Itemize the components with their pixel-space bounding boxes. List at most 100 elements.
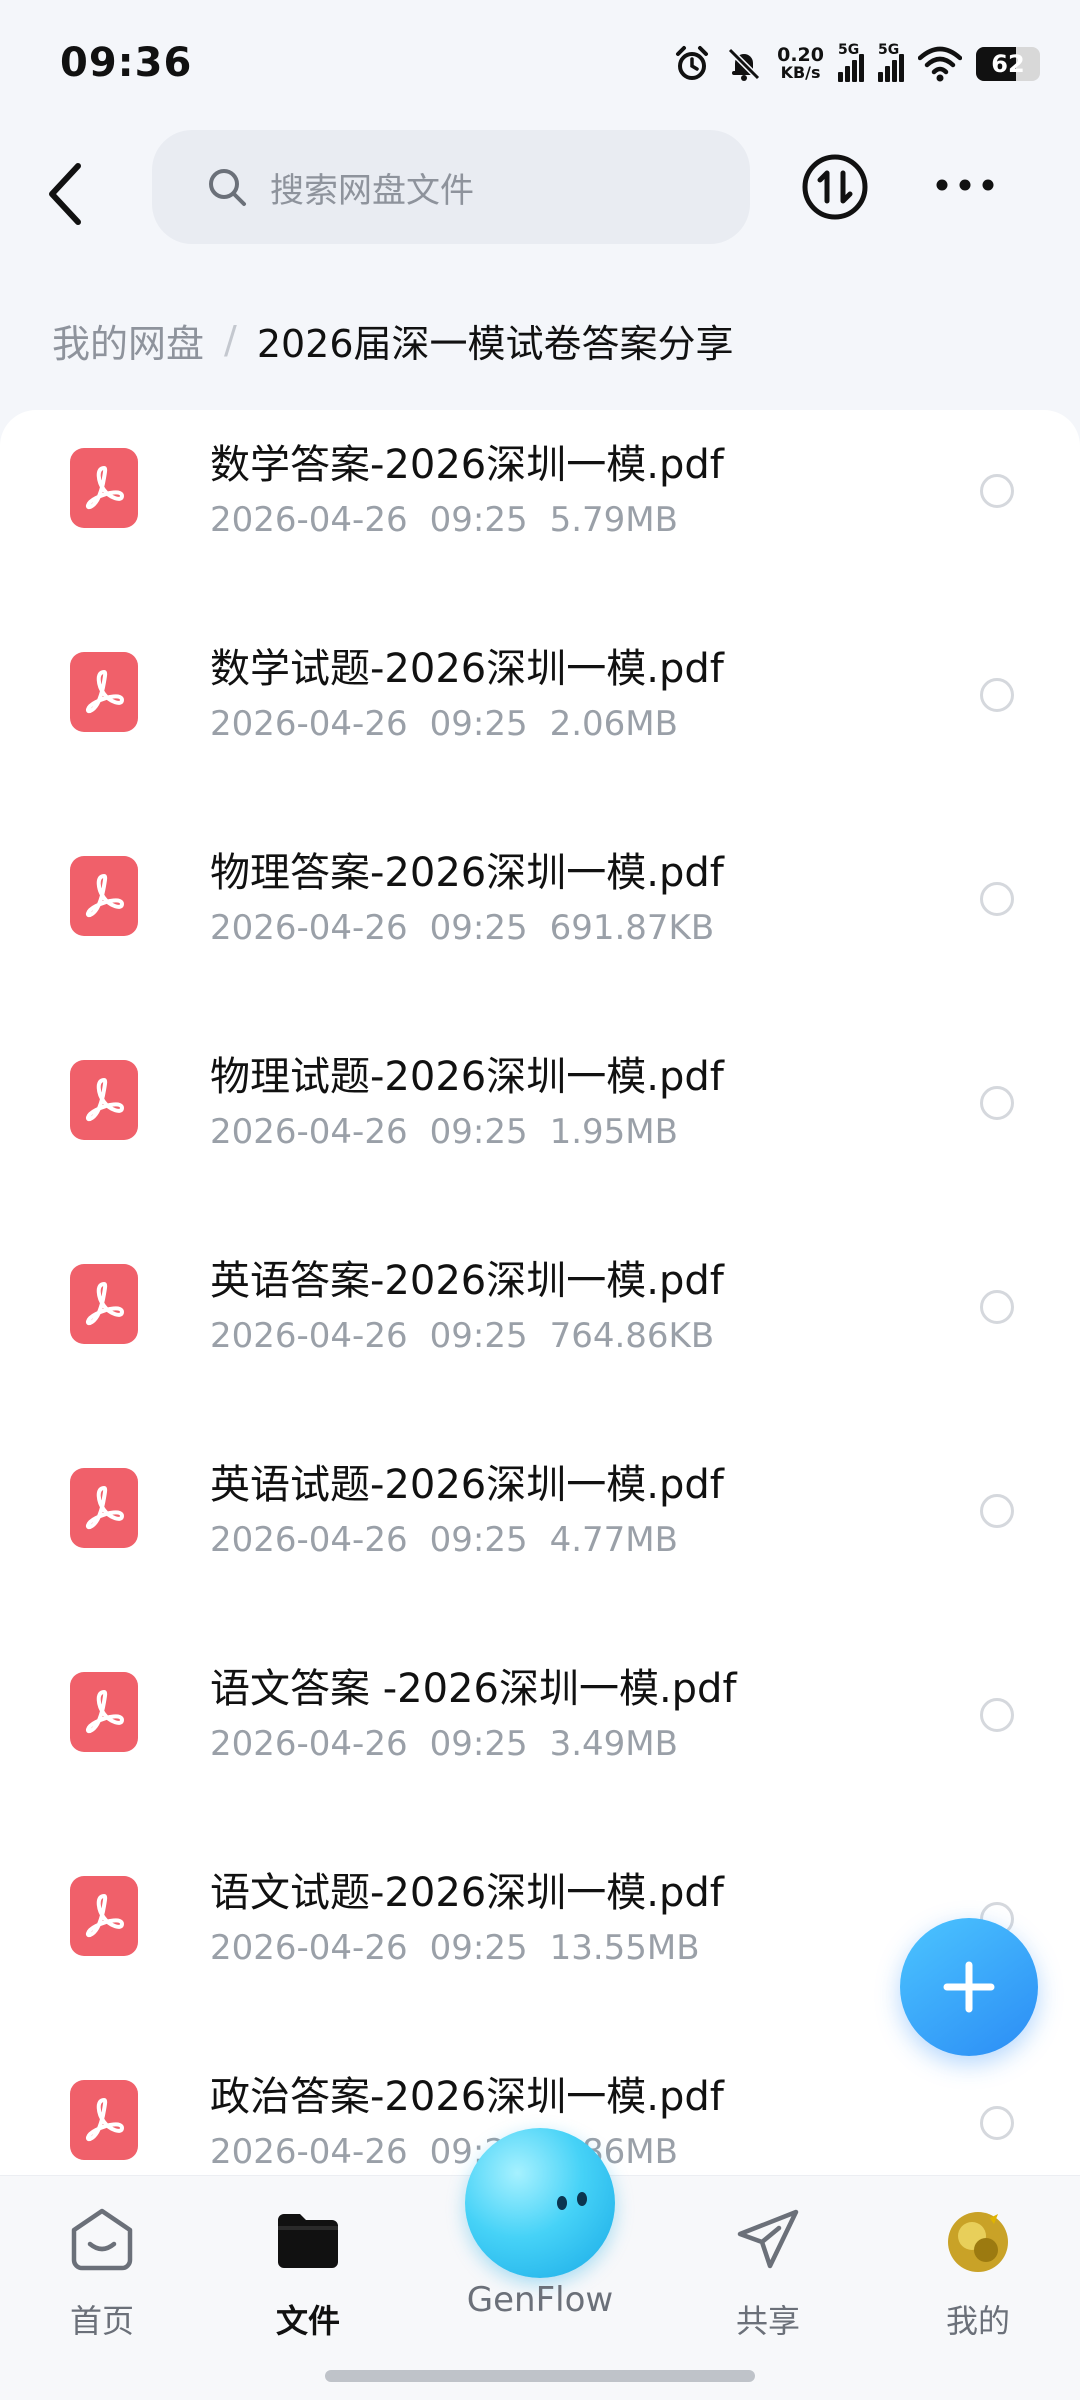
wifi-icon: [918, 46, 962, 82]
file-row[interactable]: 英语试题-2026深圳一模.pdf 2026-04-26 09:25 4.77MB: [0, 1428, 1080, 1632]
file-time: 09:25: [429, 1928, 528, 1968]
genflow-button[interactable]: [465, 2128, 615, 2278]
nav-share-label: 共享: [735, 2302, 800, 2340]
file-time: 09:25: [429, 704, 528, 744]
pdf-file-icon: [70, 1468, 138, 1548]
folder-icon: [278, 2214, 338, 2268]
home-icon: [71, 2208, 133, 2271]
file-size: 5.79MB: [549, 500, 678, 540]
select-checkbox[interactable]: [980, 1290, 1014, 1324]
file-meta: 2026-04-26 09:25 1.95MB: [210, 1112, 678, 1152]
select-checkbox[interactable]: [980, 1698, 1014, 1732]
avatar: [948, 2210, 1008, 2272]
signal-5g-2-icon: 5G: [878, 42, 904, 82]
file-name: 语文试题-2026深圳一模.pdf: [210, 1870, 724, 1916]
file-meta: 2026-04-26 09:25 3.49MB: [210, 1724, 678, 1764]
breadcrumb: 我的网盘 / 2026届深一模试卷答案分享: [52, 300, 734, 380]
pdf-file-icon: [70, 1672, 138, 1752]
network-speed-value: 0.20: [777, 44, 824, 66]
file-name: 英语试题-2026深圳一模.pdf: [210, 1462, 724, 1508]
battery-level: 62: [991, 50, 1025, 78]
plus-icon: [943, 1961, 995, 2013]
file-row[interactable]: 英语答案-2026深圳一模.pdf 2026-04-26 09:25 764.86KB: [0, 1224, 1080, 1428]
mute-bell-icon: [727, 47, 761, 81]
file-row[interactable]: 数学试题-2026深圳一模.pdf 2026-04-26 09:25 2.06MB: [0, 612, 1080, 816]
breadcrumb-current: 2026届深一模试卷答案分享: [256, 321, 734, 366]
search-icon: [209, 169, 246, 206]
file-size: 2.06MB: [549, 704, 678, 744]
select-checkbox[interactable]: [980, 882, 1014, 916]
file-name: 数学试题-2026深圳一模.pdf: [210, 646, 724, 692]
file-time: 09:25: [429, 1112, 528, 1152]
file-meta: 2026-04-26 09:25 3.86MB: [210, 2132, 678, 2172]
file-time: 09:25: [429, 908, 528, 948]
add-button[interactable]: [900, 1918, 1038, 2056]
signal-5g-2-label: 5G: [878, 42, 900, 58]
file-name: 物理答案-2026深圳一模.pdf: [210, 850, 724, 896]
network-speed: 0.20 KB/s: [777, 46, 824, 82]
select-checkbox[interactable]: [980, 1086, 1014, 1120]
file-date: 2026-04-26: [210, 1316, 408, 1356]
signal-5g-1-icon: 5G: [838, 42, 864, 82]
file-meta: 2026-04-26 09:25 764.86KB: [210, 1316, 714, 1356]
file-size: 1.95MB: [549, 1112, 678, 1152]
home-indicator: [325, 2370, 755, 2382]
back-button[interactable]: [36, 154, 96, 234]
select-checkbox[interactable]: [980, 678, 1014, 712]
share-icon: [737, 2209, 799, 2269]
nav-mine-label: 我的: [945, 2302, 1010, 2340]
file-name: 物理试题-2026深圳一模.pdf: [210, 1054, 724, 1100]
file-name: 政治答案-2026深圳一模.pdf: [210, 2074, 724, 2120]
file-name: 英语答案-2026深圳一模.pdf: [210, 1258, 724, 1304]
genflow-eye-right: [577, 2192, 587, 2206]
file-date: 2026-04-26: [210, 1112, 408, 1152]
status-icons: 0.20 KB/s 5G 5G 62: [673, 42, 1040, 86]
genflow-eye-left: [557, 2196, 567, 2210]
select-checkbox[interactable]: [980, 2106, 1014, 2140]
file-name: 语文答案 -2026深圳一模.pdf: [210, 1666, 737, 1712]
nav-genflow-label[interactable]: GenFlow: [440, 2280, 640, 2320]
select-checkbox[interactable]: [980, 1494, 1014, 1528]
file-date: 2026-04-26: [210, 908, 408, 948]
file-date: 2026-04-26: [210, 500, 408, 540]
nav-home-label: 首页: [69, 2302, 134, 2340]
sort-icon[interactable]: [800, 152, 870, 222]
file-meta: 2026-04-26 09:25 691.87KB: [210, 908, 714, 948]
file-time: 09:25: [429, 1316, 528, 1356]
file-meta: 2026-04-26 09:25 2.06MB: [210, 704, 678, 744]
status-bar: 09:36 0.20 KB/s 5G 5G 62: [0, 0, 1080, 130]
file-time: 09:25: [429, 1724, 528, 1764]
more-options-icon[interactable]: [930, 160, 1000, 210]
file-row[interactable]: 物理答案-2026深圳一模.pdf 2026-04-26 09:25 691.87KB: [0, 816, 1080, 1020]
nav-files-label: 文件: [275, 2302, 340, 2340]
pdf-file-icon: [70, 1264, 138, 1344]
file-row[interactable]: 物理试题-2026深圳一模.pdf 2026-04-26 09:25 1.95MB: [0, 1020, 1080, 1224]
file-size: 764.86KB: [549, 1316, 715, 1356]
top-bar: 搜索网盘文件: [0, 130, 1080, 260]
network-speed-unit: KB/s: [780, 63, 821, 82]
file-date: 2026-04-26: [210, 2132, 408, 2172]
nav-home[interactable]: 首页: [22, 2206, 182, 2356]
pdf-file-icon: [70, 2080, 138, 2160]
nav-share[interactable]: 共享: [688, 2206, 848, 2356]
file-meta: 2026-04-26 09:25 4.77MB: [210, 1520, 678, 1560]
nav-mine[interactable]: 我的: [898, 2206, 1058, 2356]
battery-indicator: 62: [976, 47, 1040, 81]
status-time: 09:36: [60, 40, 193, 86]
file-row[interactable]: 语文答案 -2026深圳一模.pdf 2026-04-26 09:25 3.49MB: [0, 1632, 1080, 1836]
file-meta: 2026-04-26 09:25 13.55MB: [210, 1928, 700, 1968]
file-date: 2026-04-26: [210, 704, 408, 744]
file-name: 数学答案-2026深圳一模.pdf: [210, 442, 724, 488]
pdf-file-icon: [70, 652, 138, 732]
file-size: 3.49MB: [549, 1724, 678, 1764]
search-input[interactable]: 搜索网盘文件: [152, 130, 750, 244]
file-date: 2026-04-26: [210, 1724, 408, 1764]
file-row[interactable]: 数学答案-2026深圳一模.pdf 2026-04-26 09:25 5.79MB: [0, 410, 1080, 612]
nav-files[interactable]: 文件: [228, 2206, 388, 2356]
file-date: 2026-04-26: [210, 1928, 408, 1968]
search-placeholder: 搜索网盘文件: [270, 170, 474, 211]
breadcrumb-root[interactable]: 我的网盘: [52, 313, 204, 368]
select-checkbox[interactable]: [980, 474, 1014, 508]
file-size: 691.87KB: [549, 908, 715, 948]
file-date: 2026-04-26: [210, 1520, 408, 1560]
